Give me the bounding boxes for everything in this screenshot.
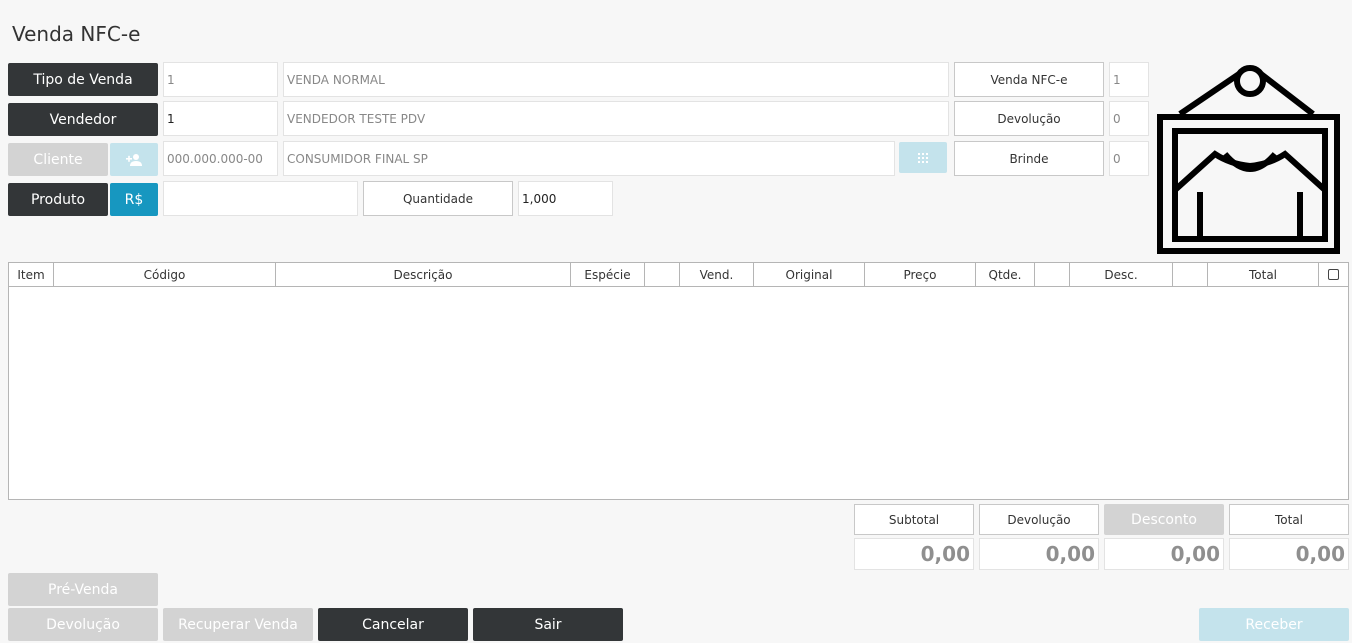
cancelar-button[interactable]: Cancelar bbox=[318, 608, 468, 641]
quantidade-label: Quantidade bbox=[363, 181, 513, 216]
price-button[interactable]: R$ bbox=[110, 183, 158, 216]
quantidade-input[interactable]: 1,000 bbox=[518, 181, 613, 216]
receber-button[interactable]: Receber bbox=[1199, 608, 1349, 641]
sair-button[interactable]: Sair bbox=[473, 608, 623, 641]
checkbox-icon[interactable] bbox=[1328, 269, 1339, 280]
col-preco[interactable]: Preço bbox=[865, 263, 976, 286]
total-value: 0,00 bbox=[1229, 538, 1349, 570]
col-qtde[interactable]: Qtde. bbox=[976, 263, 1035, 286]
devolucao-counter-label: Devolução bbox=[954, 101, 1104, 136]
tipo-venda-code-field[interactable]: 1 bbox=[163, 62, 278, 97]
col-descricao[interactable]: Descrição bbox=[276, 263, 571, 286]
col-blank-3[interactable] bbox=[1173, 263, 1208, 286]
page-title: Venda NFC-e bbox=[12, 22, 141, 46]
grid-header: Item Código Descrição Espécie Vend. Orig… bbox=[9, 263, 1348, 287]
vendedor-code-field[interactable]: 1 bbox=[163, 101, 278, 136]
subtotal-value: 0,00 bbox=[854, 538, 974, 570]
vendedor-description-field: VENDEDOR TESTE PDV bbox=[283, 101, 949, 136]
cliente-description-field: CONSUMIDOR FINAL SP bbox=[283, 141, 895, 176]
total-label: Total bbox=[1229, 504, 1349, 535]
col-original[interactable]: Original bbox=[754, 263, 865, 286]
devolucao-total-value: 0,00 bbox=[979, 538, 1099, 570]
devolucao-counter-value: 0 bbox=[1109, 101, 1149, 136]
produto-button[interactable]: Produto bbox=[8, 183, 108, 216]
add-user-icon bbox=[126, 153, 142, 166]
tipo-venda-description-field: VENDA NORMAL bbox=[283, 62, 949, 97]
vendedor-button[interactable]: Vendedor bbox=[8, 103, 158, 136]
venda-nfce-counter-label: Venda NFC-e bbox=[954, 62, 1104, 97]
pre-venda-button[interactable]: Pré-Venda bbox=[8, 573, 158, 606]
desconto-value: 0,00 bbox=[1104, 538, 1224, 570]
keypad-icon bbox=[918, 152, 928, 163]
col-blank-2[interactable] bbox=[1035, 263, 1070, 286]
subtotal-label: Subtotal bbox=[854, 504, 974, 535]
col-vend[interactable]: Vend. bbox=[680, 263, 754, 286]
col-especie[interactable]: Espécie bbox=[571, 263, 645, 286]
shirt-frame-icon bbox=[1157, 65, 1340, 254]
recuperar-venda-button[interactable]: Recuperar Venda bbox=[163, 608, 313, 641]
brinde-counter-value: 0 bbox=[1109, 141, 1149, 176]
col-blank-1[interactable] bbox=[645, 263, 680, 286]
brinde-counter-label: Brinde bbox=[954, 141, 1104, 176]
desconto-button[interactable]: Desconto bbox=[1104, 504, 1224, 535]
tipo-venda-button[interactable]: Tipo de Venda bbox=[8, 63, 158, 96]
cliente-button[interactable]: Cliente bbox=[8, 143, 108, 176]
col-item[interactable]: Item bbox=[9, 263, 54, 286]
col-total[interactable]: Total bbox=[1208, 263, 1319, 286]
produto-code-input[interactable] bbox=[163, 181, 358, 216]
cliente-document-field[interactable]: 000.000.000-00 bbox=[163, 141, 278, 176]
col-codigo[interactable]: Código bbox=[54, 263, 276, 286]
keypad-button[interactable] bbox=[899, 142, 947, 173]
venda-nfce-counter-value: 1 bbox=[1109, 62, 1149, 97]
col-desc[interactable]: Desc. bbox=[1070, 263, 1173, 286]
devolucao-total-label: Devolução bbox=[979, 504, 1099, 535]
devolucao-button[interactable]: Devolução bbox=[8, 608, 158, 641]
add-customer-button[interactable] bbox=[110, 143, 158, 176]
items-grid[interactable]: Item Código Descrição Espécie Vend. Orig… bbox=[8, 262, 1349, 500]
col-select-all[interactable] bbox=[1319, 263, 1348, 286]
